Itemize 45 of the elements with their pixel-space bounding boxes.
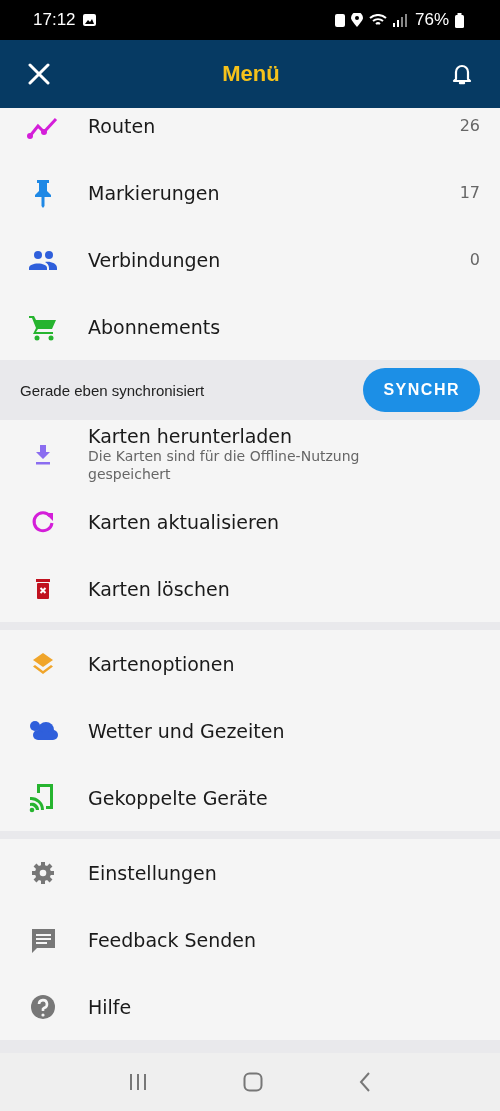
image-icon [81, 13, 97, 27]
menu-item[interactable]: Wetter und Gezeiten [0, 697, 500, 764]
menu-item[interactable]: Einstellungen [0, 839, 500, 906]
battery-icon [455, 12, 464, 28]
home-icon[interactable] [243, 1072, 263, 1092]
battery-percent: 76% [414, 10, 449, 30]
sync-status: Gerade eben synchronisiert [20, 381, 205, 399]
signal-icon [392, 13, 409, 27]
menu-item[interactable]: Gekoppelte Geräte [0, 764, 500, 831]
menu-item[interactable]: Verbindungen 0 [0, 226, 500, 293]
battery-saver-icon [334, 13, 345, 27]
menu-item[interactable]: Karten aktualisieren [0, 488, 500, 555]
item-label: Gekoppelte Geräte [88, 786, 269, 809]
close-icon[interactable] [28, 63, 50, 85]
header-title: Menü [222, 61, 280, 87]
item-label: Einstellungen [88, 861, 218, 884]
item-count: 0 [469, 250, 480, 269]
item-label: Karten aktualisieren [88, 510, 281, 533]
menu-item[interactable]: Markierungen 17 [0, 159, 500, 226]
item-label: Abonnements [88, 315, 222, 338]
status-time: 17:12 [33, 10, 76, 30]
recent-apps-icon[interactable] [127, 1073, 148, 1091]
item-label: Kartenoptionen [88, 652, 236, 675]
location-icon [350, 13, 363, 27]
menu-item[interactable]: Feedback Senden [0, 906, 500, 973]
menu-item[interactable]: Hilfe [0, 973, 500, 1040]
item-label: Markierungen [88, 181, 221, 204]
item-label: Verbindungen [88, 248, 222, 271]
menu-item[interactable]: Abonnements [0, 293, 500, 360]
menu-item[interactable]: Karten herunterladen Die Karten sind für die Offline-Nutzung gespeichert [0, 420, 500, 488]
item-label: Karten löschen [88, 577, 231, 600]
menu-item[interactable]: Karten löschen [0, 555, 500, 622]
bell-icon[interactable] [452, 62, 472, 86]
item-label: Wetter und Gezeiten [88, 719, 286, 742]
wifi-icon [368, 14, 387, 26]
menu-item[interactable]: Kartenoptionen [0, 630, 500, 697]
item-label: Hilfe [88, 995, 133, 1018]
item-label: Feedback Senden [88, 928, 258, 951]
item-label: Karten herunterladen [88, 425, 294, 447]
item-label: Routen [88, 114, 157, 137]
item-count: 17 [459, 183, 480, 202]
back-icon[interactable] [358, 1071, 373, 1093]
item-count: 26 [459, 116, 480, 135]
menu-item[interactable]: Routen 26 [0, 108, 500, 159]
item-subtitle: Die Karten sind für die Offline-Nutzung gespeichert [88, 447, 361, 483]
